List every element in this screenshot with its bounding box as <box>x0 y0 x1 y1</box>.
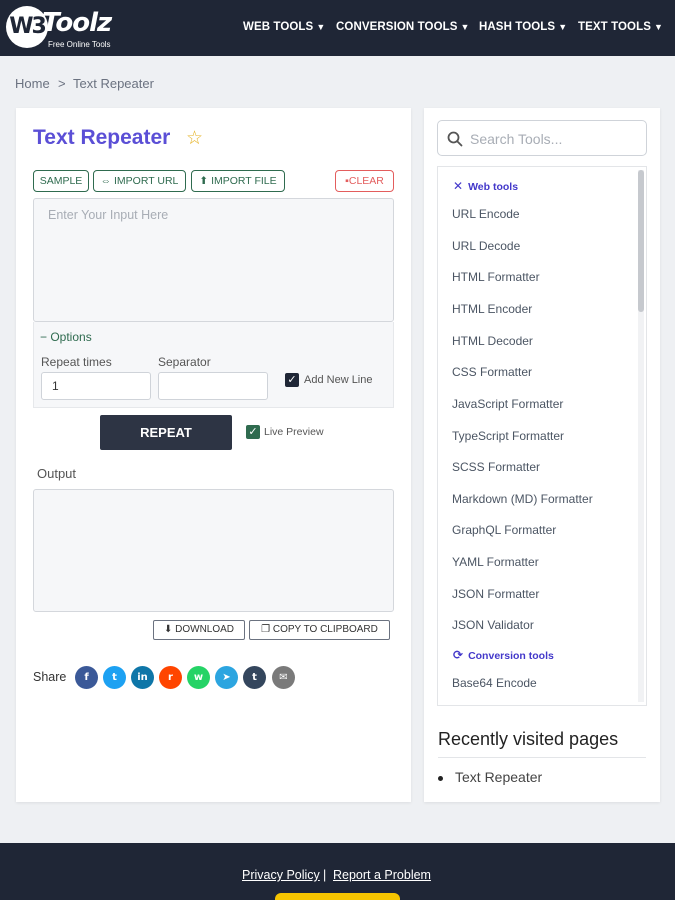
chevron-down-icon: ▼ <box>460 22 470 32</box>
tool-item[interactable]: JavaScript Formatter <box>452 397 563 411</box>
button-label: IMPORT URL <box>114 175 179 187</box>
breadcrumb-current: Text Repeater <box>73 76 154 91</box>
output-label: Output <box>37 466 77 481</box>
tool-item[interactable]: TypeScript Formatter <box>452 429 564 443</box>
recent-item[interactable]: Text Repeater <box>438 769 542 785</box>
twitter-icon[interactable]: t <box>103 666 126 689</box>
nav-hash-tools[interactable]: HASH TOOLS ▼ <box>479 21 567 33</box>
sync-icon: ⟳ <box>453 648 464 662</box>
search-box[interactable]: Search Tools... <box>437 120 647 156</box>
nav-text-tools[interactable]: TEXT TOOLS ▼ <box>578 21 663 33</box>
recent-item-label[interactable]: Text Repeater <box>455 769 542 785</box>
top-navbar: W3 Toolz Free Online Tools WEB TOOLS ▼ CO… <box>0 0 675 56</box>
options-toggle[interactable]: − Options <box>40 330 92 344</box>
button-label: IMPORT FILE <box>211 175 277 187</box>
separator-label: Separator <box>158 355 211 369</box>
linkedin-icon[interactable]: in <box>131 666 154 689</box>
star-icon[interactable]: ☆ <box>186 127 203 150</box>
button-label: CLEAR <box>348 175 384 187</box>
clear-button[interactable]: ▪CLEAR <box>335 170 394 192</box>
repeat-times-label: Repeat times <box>41 355 112 369</box>
add-new-line-checkbox[interactable]: ✓ <box>285 373 299 387</box>
logo-word: Toolz <box>42 8 112 38</box>
breadcrumb-home[interactable]: Home <box>15 76 50 91</box>
nav-web-tools[interactable]: WEB TOOLS ▼ <box>243 21 325 33</box>
reddit-icon[interactable]: r <box>159 666 182 689</box>
facebook-icon[interactable]: f <box>75 666 98 689</box>
tool-item[interactable]: HTML Decoder <box>452 334 533 348</box>
nav-label: HASH TOOLS <box>479 21 556 33</box>
bullet-icon <box>438 775 443 781</box>
sample-button[interactable]: SAMPLE <box>33 170 89 192</box>
footer-separator: | <box>323 868 327 882</box>
live-preview-label: Live Preview <box>264 426 324 438</box>
search-input[interactable]: Search Tools... <box>470 131 562 147</box>
input-placeholder: Enter Your Input Here <box>48 208 169 222</box>
copy-icon: ❐ <box>261 624 273 635</box>
tool-item[interactable]: URL Decode <box>452 239 520 253</box>
link-icon: ⇔ <box>100 175 115 187</box>
tool-item[interactable]: CSS Formatter <box>452 365 532 379</box>
category-label: Conversion tools <box>468 650 554 662</box>
search-icon <box>447 131 463 147</box>
options-toggle-label: Options <box>50 330 92 344</box>
nav-conversion-tools[interactable]: CONVERSION TOOLS ▼ <box>336 21 470 33</box>
privacy-policy-link[interactable]: Privacy Policy <box>242 868 320 882</box>
nav-label: CONVERSION TOOLS <box>336 21 458 33</box>
tool-item[interactable]: JSON Formatter <box>452 587 539 601</box>
tool-item[interactable]: JSON Validator <box>452 618 534 632</box>
button-label: COPY TO CLIPBOARD <box>272 624 378 635</box>
input-textarea[interactable]: Enter Your Input Here <box>33 198 394 322</box>
add-new-line-label: Add New Line <box>304 374 373 386</box>
divider <box>438 757 646 758</box>
breadcrumb-separator: > <box>58 76 66 91</box>
telegram-icon[interactable]: ➤ <box>215 666 238 689</box>
report-problem-link[interactable]: Report a Problem <box>333 868 431 882</box>
repeat-button[interactable]: REPEAT <box>100 415 232 450</box>
upload-icon: ⬆ <box>199 175 212 187</box>
tool-item[interactable]: YAML Formatter <box>452 555 539 569</box>
download-button[interactable]: ⬇ DOWNLOAD <box>153 620 245 640</box>
nav-label: TEXT TOOLS <box>578 21 651 33</box>
tool-item[interactable]: SCSS Formatter <box>452 460 540 474</box>
tool-list-scrollbar-thumb[interactable] <box>638 170 644 312</box>
output-textarea[interactable] <box>33 489 394 612</box>
import-url-button[interactable]: ⇔ IMPORT URL <box>93 170 186 192</box>
chevron-down-icon: ▼ <box>316 22 326 32</box>
whatsapp-icon[interactable]: w <box>187 666 210 689</box>
copy-clipboard-button[interactable]: ❐ COPY TO CLIPBOARD <box>249 620 390 640</box>
tool-item-base64-encode[interactable]: Base64 Encode <box>452 676 537 690</box>
share-label: Share <box>33 670 67 684</box>
category-conversion-tools[interactable]: ⟳ Conversion tools <box>453 648 554 662</box>
tools-icon: ✕ <box>453 179 464 193</box>
category-label: Web tools <box>468 181 519 193</box>
logo-tagline: Free Online Tools <box>48 40 111 49</box>
footer-cta[interactable] <box>275 893 400 900</box>
minus-icon: − <box>40 330 51 344</box>
tool-item[interactable]: GraphQL Formatter <box>452 523 556 537</box>
tumblr-icon[interactable]: t <box>243 666 266 689</box>
tool-item[interactable]: Markdown (MD) Formatter <box>452 492 593 506</box>
category-web-tools[interactable]: ✕ Web tools <box>453 179 518 193</box>
chevron-down-icon: ▼ <box>654 22 664 32</box>
email-icon[interactable]: ✉ <box>272 666 295 689</box>
tool-item[interactable]: HTML Formatter <box>452 270 540 284</box>
tool-item[interactable]: HTML Encoder <box>452 302 532 316</box>
recent-pages-heading: Recently visited pages <box>438 729 619 749</box>
page-title: Text Repeater <box>33 126 171 149</box>
repeat-times-input[interactable]: 1 <box>41 372 151 400</box>
site-logo[interactable]: W3 Toolz Free Online Tools <box>6 6 126 52</box>
nav-label: WEB TOOLS <box>243 21 314 33</box>
download-icon: ⬇ <box>163 624 176 635</box>
chevron-down-icon: ▼ <box>558 22 568 32</box>
import-file-button[interactable]: ⬆ IMPORT FILE <box>191 170 285 192</box>
tool-item[interactable]: URL Encode <box>452 207 520 221</box>
button-label: DOWNLOAD <box>175 624 235 635</box>
separator-input[interactable] <box>158 372 268 400</box>
live-preview-checkbox[interactable]: ✓ <box>246 425 260 439</box>
